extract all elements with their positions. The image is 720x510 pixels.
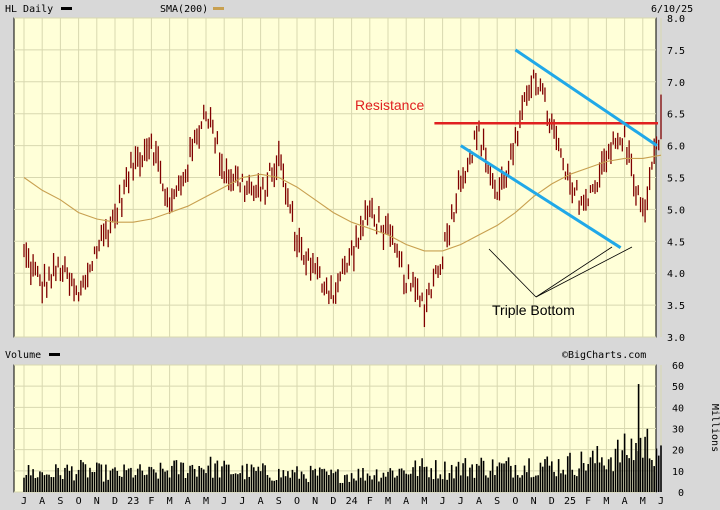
x-tick-label: M xyxy=(167,496,173,507)
x-tick-label: O xyxy=(512,496,518,507)
price-y-tick: 6.0 xyxy=(667,142,685,153)
price-header: HL Daily SMA(200) 6/10/25 xyxy=(5,4,693,15)
triple-bottom-label: Triple Bottom xyxy=(492,302,575,318)
price-y-tick: 3.0 xyxy=(667,333,685,344)
volume-y-tick: 60 xyxy=(672,361,684,372)
price-y-tick: 4.5 xyxy=(667,237,685,248)
price-y-tick: 7.0 xyxy=(667,78,685,89)
x-tick-label: J xyxy=(239,496,245,507)
x-tick-label: M xyxy=(203,496,209,507)
volume-y-tick: 20 xyxy=(672,446,684,457)
volume-y-tick: 30 xyxy=(672,425,684,436)
volume-y-tick: 0 xyxy=(678,488,684,499)
x-tick-label: O xyxy=(294,496,300,507)
x-axis: J A S O N D 23 F M A M J J A S O N D 24 F M A M J J A S O N D 25 F M A M J xyxy=(21,496,664,507)
volume-legend-swatch xyxy=(49,353,60,356)
x-tick-label: M xyxy=(603,496,609,507)
x-tick-label: J xyxy=(658,496,664,507)
symbol-legend-swatch xyxy=(61,7,72,10)
x-tick-label: F xyxy=(585,496,591,507)
volume-label: Volume xyxy=(5,350,41,361)
symbol-label: HL Daily xyxy=(5,4,53,15)
x-tick-label: S xyxy=(494,496,500,507)
price-y-tick: 4.0 xyxy=(667,269,685,280)
x-tick-label: S xyxy=(276,496,282,507)
x-tick-label: 25 xyxy=(564,496,576,507)
price-y-tick: 3.5 xyxy=(667,301,685,312)
volume-header: Volume ©BigCharts.com xyxy=(5,350,646,361)
x-tick-label: N xyxy=(531,496,537,507)
x-tick-label: F xyxy=(148,496,154,507)
volume-y-tick: 50 xyxy=(672,382,684,393)
volume-y-tick: 10 xyxy=(672,467,684,478)
x-tick-label: M xyxy=(385,496,391,507)
price-y-tick: 6.5 xyxy=(667,110,685,121)
price-y-tick: 7.5 xyxy=(667,46,685,57)
x-tick-label: J xyxy=(21,496,27,507)
price-y-tick: 5.5 xyxy=(667,174,685,185)
price-y-tick: 5.0 xyxy=(667,205,685,216)
x-tick-label: 23 xyxy=(127,496,139,507)
x-tick-label: F xyxy=(367,496,373,507)
x-tick-label: M xyxy=(421,496,427,507)
x-tick-label: A xyxy=(258,496,264,507)
stock-chart: HL Daily SMA(200) 6/10/25 3.0 3.5 4.0 4.5 5.… xyxy=(5,4,720,507)
x-tick-label: J xyxy=(440,496,446,507)
price-y-tick: 8.0 xyxy=(667,14,685,25)
x-tick-label: J xyxy=(221,496,227,507)
price-y-axis: 3.0 3.5 4.0 4.5 5.0 5.5 6.0 6.5 7.0 7.5 8.0 xyxy=(667,14,685,344)
x-tick-label: O xyxy=(76,496,82,507)
x-tick-label: M xyxy=(640,496,646,507)
sma-legend-swatch xyxy=(213,7,224,10)
x-tick-label: A xyxy=(403,496,409,507)
x-tick-label: A xyxy=(622,496,628,507)
x-tick-label: 24 xyxy=(346,496,358,507)
volume-y-tick: 40 xyxy=(672,403,684,414)
x-tick-label: A xyxy=(476,496,482,507)
credit-label: ©BigCharts.com xyxy=(562,350,646,361)
x-tick-label: J xyxy=(458,496,464,507)
sma-label: SMA(200) xyxy=(160,4,208,15)
x-tick-label: N xyxy=(312,496,318,507)
x-tick-label: N xyxy=(94,496,100,507)
x-tick-label: D xyxy=(330,496,336,507)
resistance-label: Resistance xyxy=(355,97,424,113)
x-tick-label: A xyxy=(185,496,191,507)
volume-y-axis: 0 10 20 30 40 50 60 xyxy=(672,361,684,499)
volume-axis-label: Millions xyxy=(709,404,720,452)
x-tick-label: D xyxy=(549,496,555,507)
x-tick-label: D xyxy=(112,496,118,507)
x-tick-label: S xyxy=(57,496,63,507)
x-tick-label: A xyxy=(39,496,45,507)
